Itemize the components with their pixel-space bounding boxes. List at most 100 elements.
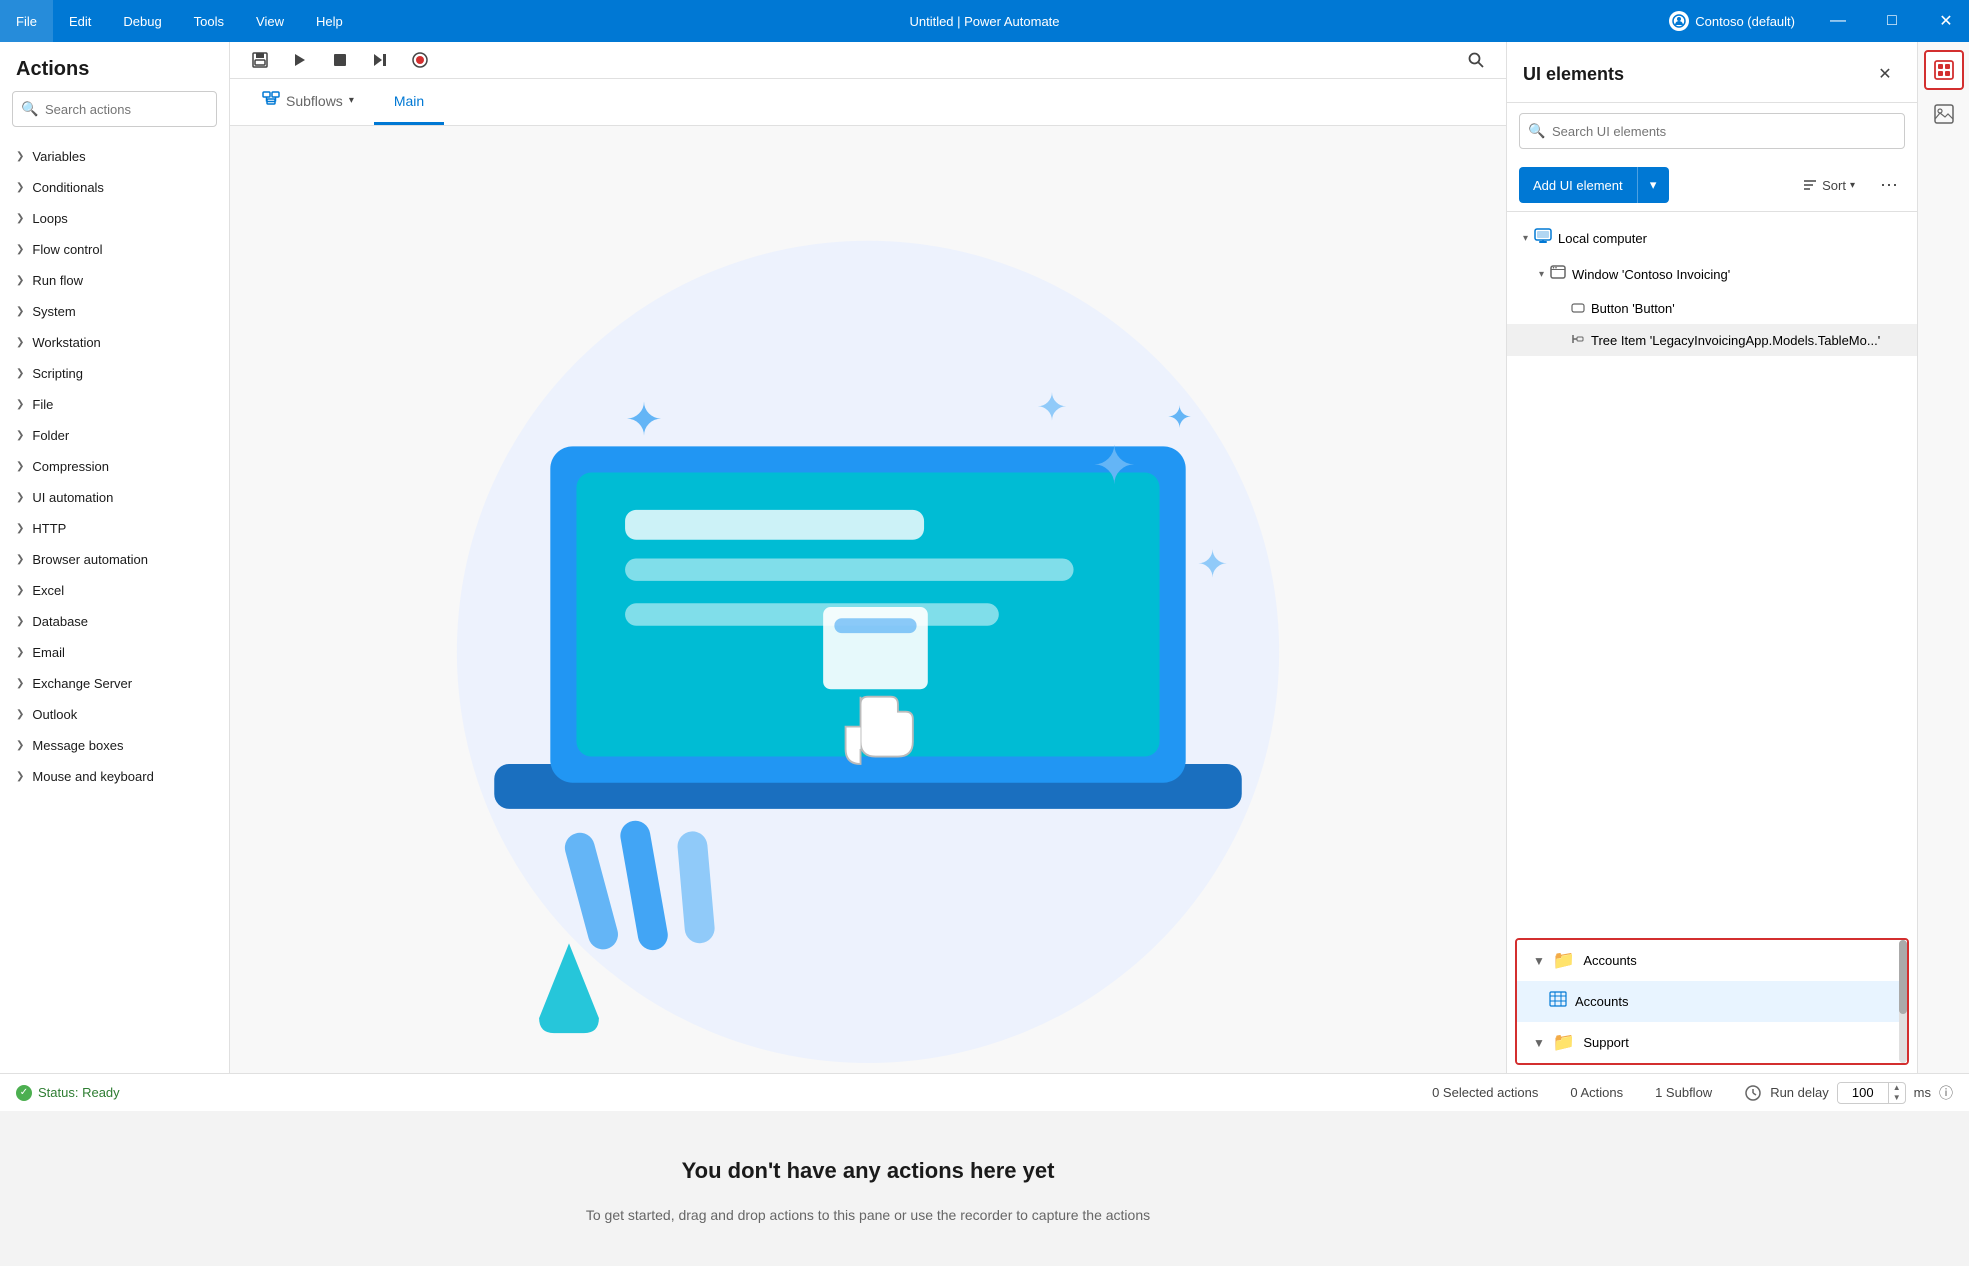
canvas-search-button[interactable] [1458, 42, 1494, 78]
action-item-run-flow[interactable]: ❯ Run flow [0, 265, 229, 296]
tree-item-label: Local computer [1558, 231, 1647, 246]
action-label: Excel [32, 583, 64, 598]
close-button[interactable]: ✕ [1923, 0, 1969, 42]
tree-item-tree-item[interactable]: Tree Item 'LegacyInvoicingApp.Models.Tab… [1507, 324, 1917, 356]
chevron-icon: ❯ [16, 182, 24, 193]
action-label: Run flow [32, 273, 83, 288]
actions-search-container: 🔍 [12, 91, 217, 127]
sort-label: Sort [1822, 178, 1846, 193]
ui-elements-title: UI elements [1523, 64, 1624, 85]
subflows-icon [262, 91, 280, 110]
tree-item-local-computer[interactable]: ▾ Local computer [1507, 220, 1917, 257]
chevron-icon: ❯ [16, 244, 24, 255]
table-icon [1549, 991, 1567, 1012]
menu-debug[interactable]: Debug [107, 0, 177, 42]
action-item-folder[interactable]: ❯ Folder [0, 420, 229, 451]
chevron-icon: ❯ [16, 709, 24, 720]
run-button[interactable] [282, 42, 318, 78]
tab-subflows[interactable]: Subflows ▾ [242, 79, 374, 125]
chevron-icon: ❯ [16, 492, 24, 503]
folder-icon: 📁 [1553, 1032, 1575, 1053]
menu-edit[interactable]: Edit [53, 0, 107, 42]
action-item-variables[interactable]: ❯ Variables [0, 141, 229, 172]
menu-tools[interactable]: Tools [178, 0, 240, 42]
tab-main[interactable]: Main [374, 79, 444, 125]
action-label: HTTP [32, 521, 66, 536]
action-item-database[interactable]: ❯ Database [0, 606, 229, 637]
canvas-empty-title: You don't have any actions here yet [682, 1158, 1055, 1184]
action-item-workstation[interactable]: ❯ Workstation [0, 327, 229, 358]
run-delay-up-button[interactable]: ▲ [1889, 1083, 1905, 1093]
app-title: Untitled | Power Automate [909, 14, 1059, 29]
ui-elements-panel-button[interactable] [1924, 50, 1964, 90]
action-label: Email [32, 645, 65, 660]
menu-view[interactable]: View [240, 0, 300, 42]
actions-search-input[interactable] [12, 91, 217, 127]
add-ui-element-button[interactable]: Add UI element ▾ [1519, 167, 1669, 203]
action-item-ui-automation[interactable]: ❯ UI automation [0, 482, 229, 513]
action-label: Message boxes [32, 738, 123, 753]
scrollbar[interactable] [1899, 940, 1907, 1063]
tree-item-label: Button 'Button' [1591, 301, 1675, 316]
sort-button[interactable]: Sort ▾ [1792, 171, 1865, 199]
bottom-tree-support-folder[interactable]: ▼ 📁 Support [1517, 1022, 1907, 1063]
minimize-button[interactable]: — [1815, 0, 1861, 42]
action-item-http[interactable]: ❯ HTTP [0, 513, 229, 544]
account-icon [1669, 11, 1689, 31]
action-item-excel[interactable]: ❯ Excel [0, 575, 229, 606]
action-item-exchange-server[interactable]: ❯ Exchange Server [0, 668, 229, 699]
action-label: Exchange Server [32, 676, 132, 691]
svg-text:✦: ✦ [1167, 402, 1192, 435]
action-item-file[interactable]: ❯ File [0, 389, 229, 420]
action-label: Scripting [32, 366, 83, 381]
action-item-mouse-keyboard[interactable]: ❯ Mouse and keyboard [0, 761, 229, 792]
tree-item-button[interactable]: Button 'Button' [1507, 292, 1917, 324]
maximize-button[interactable]: □ [1869, 0, 1915, 42]
titlebar: File Edit Debug Tools View Help Untitled… [0, 0, 1969, 42]
run-delay-info-icon[interactable]: ⓘ [1939, 1083, 1953, 1103]
menu-file[interactable]: File [0, 0, 53, 42]
more-options-button[interactable]: ⋯ [1873, 169, 1905, 201]
actions-list: ❯ Variables ❯ Conditionals ❯ Loops ❯ Flo… [0, 137, 229, 1073]
action-label: Outlook [32, 707, 77, 722]
canvas-toolbar [230, 42, 1506, 79]
action-label: Folder [32, 428, 69, 443]
action-item-email[interactable]: ❯ Email [0, 637, 229, 668]
ui-elements-close-button[interactable]: ✕ [1869, 58, 1901, 90]
ui-elements-bottom-tree: ▼ 📁 Accounts Accoun [1517, 940, 1907, 1063]
chevron-icon: ❯ [16, 771, 24, 782]
action-item-compression[interactable]: ❯ Compression [0, 451, 229, 482]
run-delay-input[interactable]: ▲ ▼ [1837, 1082, 1906, 1104]
save-button[interactable] [242, 42, 278, 78]
action-item-browser-automation[interactable]: ❯ Browser automation [0, 544, 229, 575]
tree-chevron-icon: ▾ [1523, 233, 1528, 244]
action-label: File [32, 397, 53, 412]
chevron-icon: ❯ [16, 337, 24, 348]
actions-panel: Actions 🔍 ❯ Variables ❯ Conditionals ❯ L… [0, 42, 230, 1073]
bottom-tree-accounts-folder[interactable]: ▼ 📁 Accounts [1517, 940, 1907, 981]
svg-text:✦: ✦ [625, 394, 663, 445]
stop-button[interactable] [322, 42, 358, 78]
add-ui-element-dropdown-icon[interactable]: ▾ [1637, 167, 1669, 203]
chevron-icon: ❯ [16, 399, 24, 410]
action-item-loops[interactable]: ❯ Loops [0, 203, 229, 234]
action-item-conditionals[interactable]: ❯ Conditionals [0, 172, 229, 203]
ui-elements-panel: UI elements ✕ 🔍 Add UI element ▾ Sort ▾ … [1507, 42, 1917, 1073]
ui-elements-tree: ▾ Local computer ▾ [1507, 212, 1917, 938]
action-item-scripting[interactable]: ❯ Scripting [0, 358, 229, 389]
run-delay-down-button[interactable]: ▼ [1889, 1093, 1905, 1103]
action-item-system[interactable]: ❯ System [0, 296, 229, 327]
bottom-tree-accounts-table[interactable]: Accounts [1517, 981, 1907, 1022]
menu-help[interactable]: Help [300, 0, 359, 42]
tree-item-window[interactable]: ▾ Window 'Contoso Invoicing' [1507, 257, 1917, 292]
action-item-outlook[interactable]: ❯ Outlook [0, 699, 229, 730]
ui-elements-search-input[interactable] [1519, 113, 1905, 149]
account-button[interactable]: Contoso (default) [1657, 11, 1807, 31]
images-panel-button[interactable] [1924, 94, 1964, 134]
record-button[interactable] [402, 42, 438, 78]
status-ready-icon: ✓ [16, 1085, 32, 1101]
step-button[interactable] [362, 42, 398, 78]
action-item-message-boxes[interactable]: ❯ Message boxes [0, 730, 229, 761]
action-item-flow-control[interactable]: ❯ Flow control [0, 234, 229, 265]
run-delay-value-input[interactable] [1838, 1083, 1888, 1102]
